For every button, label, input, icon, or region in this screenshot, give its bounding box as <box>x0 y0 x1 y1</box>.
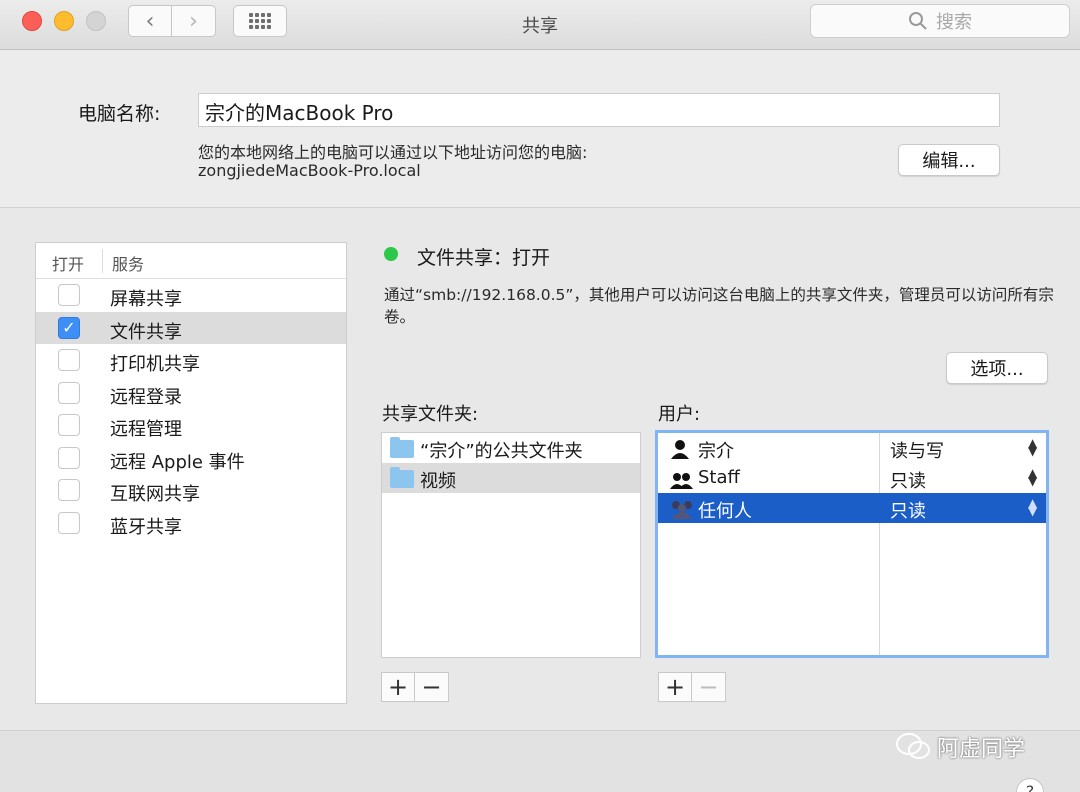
service-item-remote-login[interactable]: 远程登录 <box>36 377 346 410</box>
folder-add-remove: + − <box>381 672 449 702</box>
wechat-icon <box>896 733 930 759</box>
title-bar: ‹ › 共享 搜索 <box>0 0 1080 50</box>
user-name: 宗介 <box>698 441 734 462</box>
service-checkbox[interactable] <box>58 381 80 404</box>
service-item-screen-sharing[interactable]: 屏幕共享 <box>36 279 346 312</box>
folder-icon <box>390 437 414 458</box>
service-label: 文件共享 <box>110 321 182 343</box>
service-label: 互联网共享 <box>110 484 200 505</box>
user-name: 任何人 <box>698 501 752 522</box>
sharing-status: 文件共享：打开 <box>417 247 551 269</box>
service-checkbox[interactable] <box>58 414 80 436</box>
edit-button[interactable]: 编辑... <box>898 144 1000 176</box>
shared-folders-list: “宗介”的公共文件夹 视频 <box>381 432 641 658</box>
search-placeholder: 搜索 <box>936 12 972 33</box>
permission-stepper-icon[interactable]: ▲ ▼ <box>1028 497 1037 517</box>
everyone-icon <box>672 501 692 519</box>
service-item-bluetooth-sharing[interactable]: 蓝牙共享 <box>36 507 346 540</box>
folder-item[interactable]: “宗介”的公共文件夹 <box>382 433 640 463</box>
remove-folder-button[interactable]: − <box>415 672 449 702</box>
user-row[interactable]: 宗介 读与写 ▲ ▼ <box>658 433 1046 463</box>
permission-stepper-icon[interactable]: ▲ ▼ <box>1028 467 1037 487</box>
remove-user-button[interactable]: − <box>692 672 726 702</box>
folder-item[interactable]: 视频 <box>382 463 640 493</box>
users-list: 宗介 读与写 ▲ ▼ Staff 只读 ▲ ▼ 任何人 只读 ▲ ▼ <box>655 430 1049 658</box>
service-label: 蓝牙共享 <box>110 516 182 538</box>
service-item-remote-management[interactable]: 远程管理 <box>36 409 346 442</box>
computer-name-section: 电脑名称: 宗介的MacBook Pro 您的本地网络上的电脑可以通过以下地址访… <box>0 51 1080 208</box>
watermark-text: 阿虚同学 <box>937 737 1026 762</box>
checkmark-icon: ✓ <box>62 317 76 337</box>
user-permission[interactable]: 只读 <box>890 497 926 523</box>
service-checkbox[interactable] <box>58 284 80 306</box>
address-description: 您的本地网络上的电脑可以通过以下地址访问您的电脑: <box>198 143 588 162</box>
search-field[interactable]: 搜索 <box>810 4 1070 38</box>
user-permission[interactable]: 只读 <box>890 467 926 493</box>
folder-icon <box>390 467 414 488</box>
options-button[interactable]: 选项... <box>946 352 1048 384</box>
service-checkbox[interactable] <box>58 511 80 534</box>
users-label: 用户: <box>658 404 701 425</box>
computer-name-label: 电脑名称: <box>78 103 161 125</box>
watermark: 阿虚同学 <box>895 731 1025 763</box>
service-label: 屏幕共享 <box>110 289 182 310</box>
permission-stepper-icon[interactable]: ▲ ▼ <box>1028 437 1037 457</box>
computer-name-input[interactable]: 宗介的MacBook Pro <box>198 93 1000 127</box>
services-list: 打开 服务 屏幕共享 ✓ 文件共享 打印机共享 远程登录 远程管理 远程 App… <box>35 242 347 704</box>
service-label: 远程登录 <box>110 386 182 408</box>
service-label: 远程 Apple 事件 <box>110 451 245 473</box>
service-item-file-sharing[interactable]: ✓ 文件共享 <box>36 311 346 344</box>
service-label: 远程管理 <box>110 419 182 440</box>
folder-name: 视频 <box>420 471 456 492</box>
user-permission[interactable]: 读与写 <box>890 437 944 463</box>
service-item-remote-apple-events[interactable]: 远程 Apple 事件 <box>36 442 346 475</box>
user-add-remove: + − <box>658 672 726 702</box>
folder-name: “宗介”的公共文件夹 <box>420 441 583 462</box>
column-service-header: 服务 <box>112 255 145 274</box>
user-row-selected[interactable]: 任何人 只读 ▲ ▼ <box>658 493 1046 523</box>
add-user-button[interactable]: + <box>658 672 692 702</box>
services-header: 打开 服务 <box>36 243 346 279</box>
add-folder-button[interactable]: + <box>381 672 415 702</box>
service-checkbox[interactable]: ✓ <box>58 316 80 339</box>
group-icon <box>670 473 693 489</box>
service-label: 打印机共享 <box>110 354 200 375</box>
service-checkbox[interactable] <box>58 349 80 371</box>
sharing-description: 通过“smb://192.168.0.5”，其他用户可以访问这台电脑上的共享文件… <box>384 286 1054 326</box>
status-indicator <box>384 247 398 261</box>
service-item-printer-sharing[interactable]: 打印机共享 <box>36 344 346 377</box>
user-icon <box>671 440 689 459</box>
search-icon <box>909 12 927 30</box>
service-checkbox[interactable] <box>58 479 80 501</box>
shared-folders-label: 共享文件夹: <box>382 404 479 425</box>
service-checkbox[interactable] <box>58 446 80 469</box>
service-item-internet-sharing[interactable]: 互联网共享 <box>36 474 346 507</box>
column-on-header: 打开 <box>52 255 85 274</box>
user-row[interactable]: Staff 只读 ▲ ▼ <box>658 463 1046 493</box>
user-name: Staff <box>698 467 740 488</box>
local-address: zongjiedeMacBook-Pro.local <box>198 161 421 180</box>
